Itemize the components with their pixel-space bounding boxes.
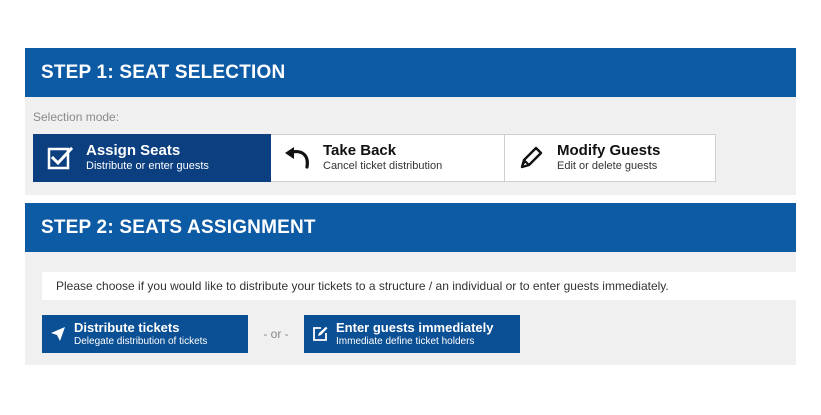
edit-icon (304, 326, 336, 342)
modify-guests-title: Modify Guests (557, 142, 661, 159)
modify-guests-subtitle: Edit or delete guests (557, 160, 658, 172)
assign-seats-button[interactable]: Assign Seats Distribute or enter guests (33, 134, 271, 182)
distribution-notice: Please choose if you would like to distr… (42, 272, 796, 300)
step2-header: STEP 2: SEATS ASSIGNMENT (25, 203, 796, 252)
pencil-icon (505, 145, 557, 171)
enter-guests-button[interactable]: Enter guests immediately Immediate defin… (304, 315, 520, 353)
undo-arrow-icon (271, 146, 323, 170)
distribute-tickets-subtitle: Delegate distribution of tickets (74, 336, 208, 347)
enter-guests-title: Enter guests immediately (336, 320, 494, 335)
step1-panel: STEP 1: SEAT SELECTION Selection mode: A… (25, 48, 796, 195)
take-back-title: Take Back (323, 142, 397, 159)
step1-header: STEP 1: SEAT SELECTION (25, 48, 796, 97)
send-icon (42, 326, 74, 342)
distribute-tickets-title: Distribute tickets (74, 320, 180, 335)
assign-seats-title: Assign Seats (86, 142, 181, 159)
or-separator: - or - (263, 327, 289, 341)
step2-panel: STEP 2: SEATS ASSIGNMENT Please choose i… (25, 203, 796, 365)
distribute-tickets-button[interactable]: Distribute tickets Delegate distribution… (42, 315, 248, 353)
selection-mode-group: Assign Seats Distribute or enter guests … (33, 134, 716, 182)
selection-mode-label: Selection mode: (33, 110, 120, 124)
checkbox-icon (34, 146, 86, 170)
assign-seats-subtitle: Distribute or enter guests (86, 160, 209, 172)
take-back-subtitle: Cancel ticket distribution (323, 160, 443, 172)
action-row: Distribute tickets Delegate distribution… (42, 315, 520, 353)
enter-guests-subtitle: Immediate define ticket holders (336, 336, 475, 347)
take-back-button[interactable]: Take Back Cancel ticket distribution (271, 134, 505, 182)
modify-guests-button[interactable]: Modify Guests Edit or delete guests (505, 134, 716, 182)
